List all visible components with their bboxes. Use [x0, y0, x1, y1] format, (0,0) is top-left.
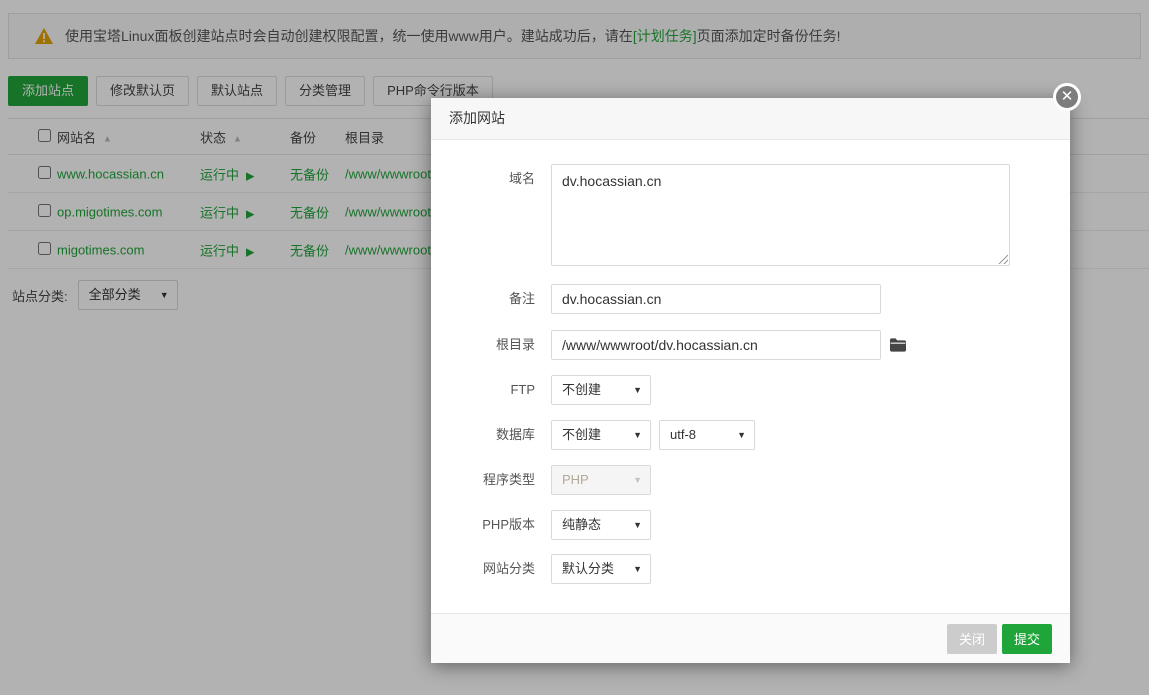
ftp-select[interactable]: 不创建 ▼ [551, 375, 651, 405]
ftp-row: FTP 不创建 ▼ [431, 375, 651, 405]
app-type-row: 程序类型 PHP ▼ [431, 465, 651, 495]
root-dir-label: 根目录 [431, 330, 535, 360]
charset-select[interactable]: utf-8 ▼ [659, 420, 755, 450]
add-site-modal: 添加网站 域名 dv.hocassian.cn 备注 根目录 [431, 98, 1070, 663]
ftp-label: FTP [431, 375, 535, 405]
chevron-down-icon: ▼ [633, 376, 642, 404]
remark-input[interactable] [551, 284, 881, 314]
chevron-down-icon: ▼ [633, 555, 642, 583]
close-button[interactable]: 关闭 [947, 624, 997, 654]
php-version-row: PHP版本 纯静态 ▼ [431, 510, 651, 540]
folder-icon[interactable] [890, 338, 906, 352]
php-version-select[interactable]: 纯静态 ▼ [551, 510, 651, 540]
modal-footer: 关闭 提交 [431, 613, 1070, 663]
domain-textarea[interactable]: dv.hocassian.cn [551, 164, 1010, 266]
submit-button[interactable]: 提交 [1002, 624, 1052, 654]
remark-row: 备注 [431, 284, 881, 314]
chevron-down-icon: ▼ [737, 421, 746, 449]
site-category-label: 网站分类 [431, 554, 535, 584]
chevron-down-icon: ▼ [633, 511, 642, 539]
site-category-row: 网站分类 默认分类 ▼ [431, 554, 651, 584]
add-site-form: 域名 dv.hocassian.cn 备注 根目录 [431, 140, 1070, 613]
chevron-down-icon: ▼ [633, 421, 642, 449]
site-category-select[interactable]: 默认分类 ▼ [551, 554, 651, 584]
modal-title: 添加网站 [431, 98, 1070, 140]
app-type-label: 程序类型 [431, 465, 535, 495]
baota-site-page: 使用宝塔Linux面板创建站点时会自动创建权限配置，统一使用www用户。建站成功… [0, 0, 1149, 695]
root-dir-row: 根目录 [431, 330, 906, 360]
domain-label: 域名 [431, 164, 535, 194]
resize-handle[interactable] [997, 253, 1008, 264]
close-icon: ✕ [1061, 89, 1074, 104]
modal-close-button[interactable]: ✕ [1053, 83, 1081, 111]
php-version-label: PHP版本 [431, 510, 535, 540]
remark-label: 备注 [431, 284, 535, 314]
chevron-down-icon: ▼ [633, 466, 642, 494]
database-row: 数据库 不创建 ▼ utf-8 ▼ [431, 420, 755, 450]
database-label: 数据库 [431, 420, 535, 450]
root-dir-input[interactable] [551, 330, 881, 360]
app-type-select: PHP ▼ [551, 465, 651, 495]
domain-row: 域名 dv.hocassian.cn [431, 164, 1010, 266]
database-select[interactable]: 不创建 ▼ [551, 420, 651, 450]
